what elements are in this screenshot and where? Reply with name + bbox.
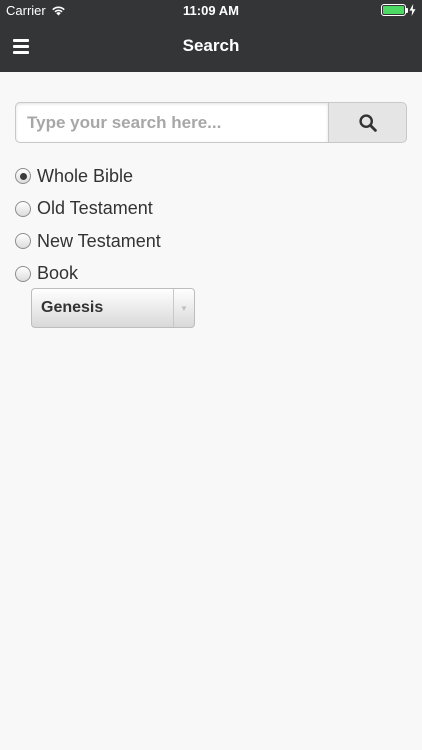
status-time: 11:09 AM <box>183 3 239 18</box>
battery-icon <box>381 4 408 16</box>
page-title: Search <box>182 36 240 55</box>
radio-new-testament[interactable]: New Testament <box>15 225 161 258</box>
radio-button[interactable] <box>15 265 31 282</box>
battery-fill <box>383 6 404 14</box>
search-scope-options: Whole Bible Old Testament New Testament … <box>15 160 161 290</box>
radio-label: New Testament <box>37 230 161 251</box>
battery-cap <box>406 8 408 13</box>
search-input[interactable] <box>15 102 328 143</box>
search-bar <box>15 102 407 143</box>
radio-label: Old Testament <box>37 198 153 219</box>
radio-button[interactable] <box>15 200 31 217</box>
radio-old-testament[interactable]: Old Testament <box>15 193 161 226</box>
radio-label: Book <box>37 263 79 284</box>
radio-button[interactable] <box>15 233 31 250</box>
chevron-down-icon: ▼ <box>173 289 194 327</box>
charging-bolt-icon <box>409 4 416 16</box>
status-bar: Carrier 11:09 AM <box>0 0 422 22</box>
app-header: Search <box>0 22 422 72</box>
status-right <box>381 4 416 16</box>
radio-label: Whole Bible <box>37 165 134 186</box>
radio-book[interactable]: Book <box>15 258 161 291</box>
radio-button-checked[interactable] <box>15 168 31 185</box>
book-select[interactable]: Genesis ▼ <box>31 288 195 328</box>
search-button[interactable] <box>328 102 407 143</box>
search-icon <box>358 113 377 132</box>
radio-whole-bible[interactable]: Whole Bible <box>15 160 161 193</box>
book-select-value: Genesis <box>41 299 104 316</box>
